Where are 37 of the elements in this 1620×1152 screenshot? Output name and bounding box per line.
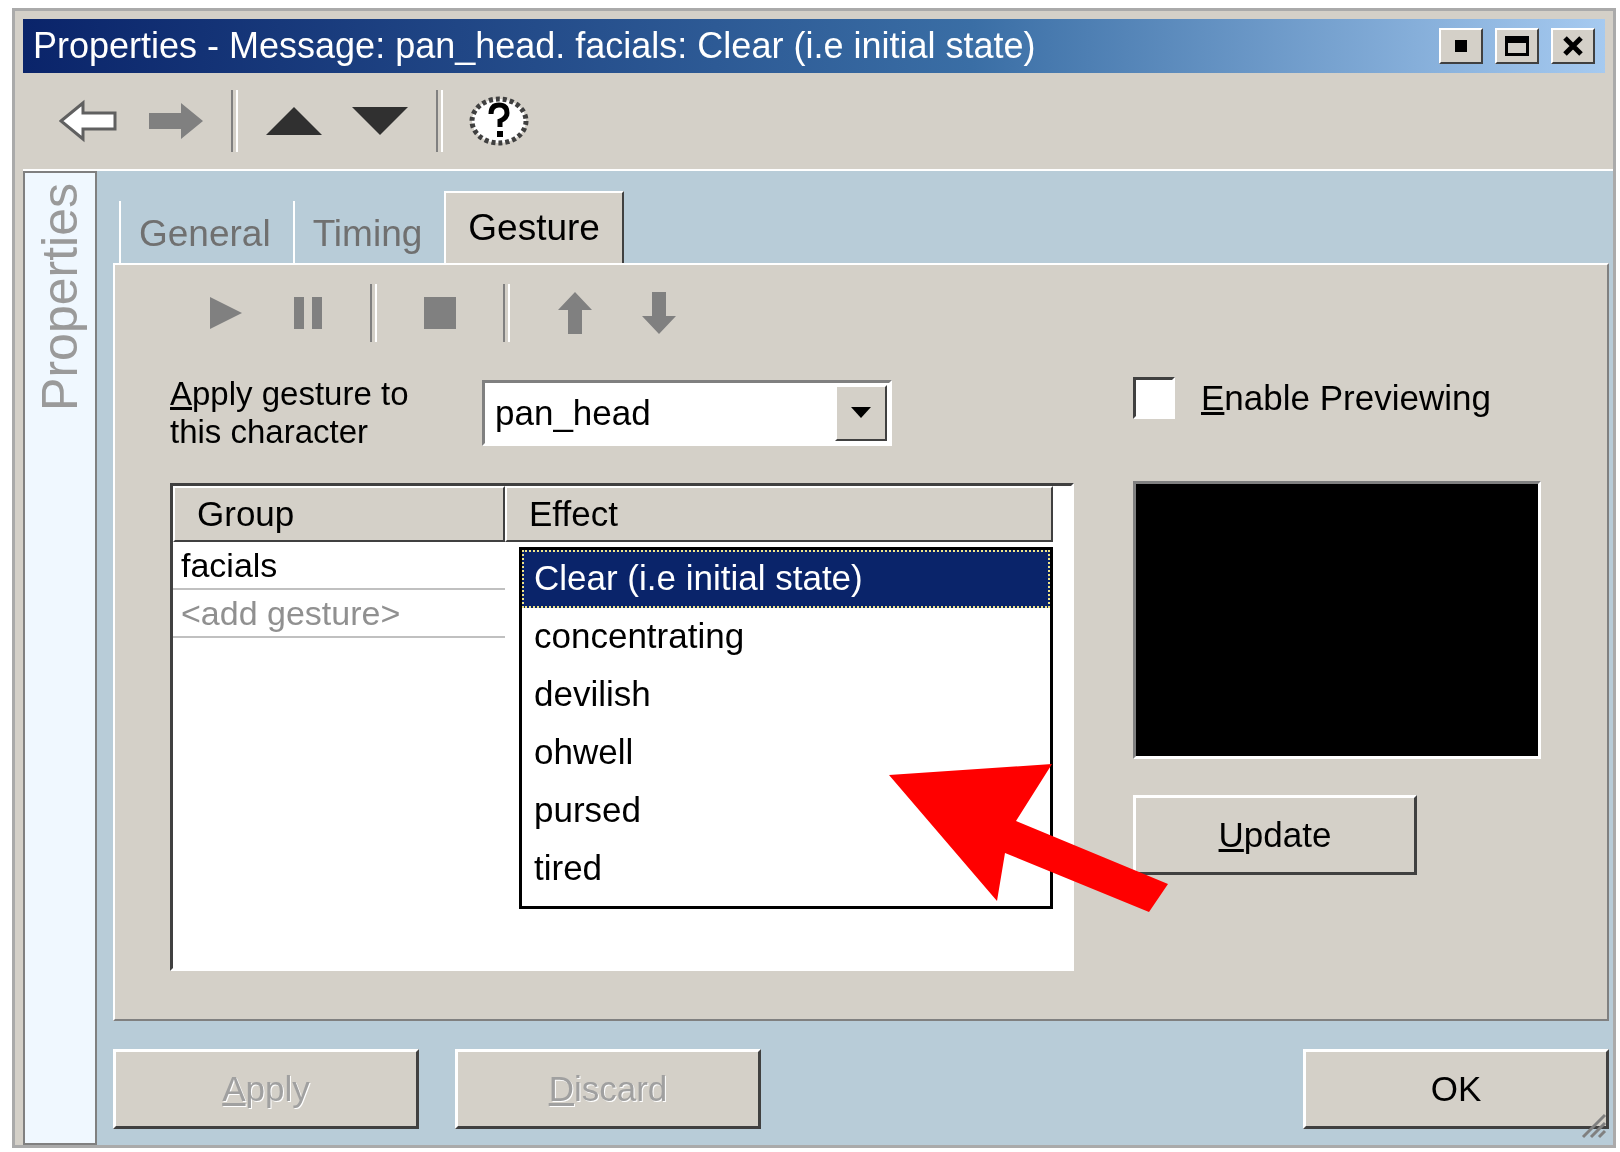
triangle-down-icon[interactable] xyxy=(350,105,410,137)
toolbar-separator xyxy=(370,284,377,342)
pause-icon[interactable] xyxy=(292,295,324,331)
update-button[interactable]: Update xyxy=(1133,795,1417,875)
help-icon[interactable] xyxy=(469,96,529,146)
column-header[interactable]: Effect xyxy=(505,485,1053,542)
close-icon xyxy=(1562,36,1584,56)
character-dropdown[interactable]: pan_head xyxy=(482,379,892,446)
table-cell[interactable]: facials xyxy=(173,541,505,590)
toolbar-separator xyxy=(503,284,510,342)
dropdown-option[interactable]: concentrating xyxy=(522,608,755,666)
toolbar-separator xyxy=(436,90,443,152)
close-button[interactable] xyxy=(1551,28,1595,64)
minimize-button[interactable] xyxy=(1439,28,1483,64)
window-title: Properties - Message: pan_head. facials: Clear (i.e initial state) xyxy=(33,25,1037,67)
dropdown-option[interactable]: devilish xyxy=(522,666,661,724)
dropdown-option[interactable]: tired xyxy=(522,840,613,898)
checkbox[interactable] xyxy=(1133,377,1175,419)
arrow-down-icon[interactable] xyxy=(640,290,678,336)
field-label: Apply gesture to this character xyxy=(170,375,410,451)
checkbox-label: Enable Previewing xyxy=(1201,378,1491,418)
triangle-up-icon[interactable] xyxy=(264,105,324,137)
toolbar-separator xyxy=(231,90,238,152)
sidebar-title: Properties xyxy=(31,183,89,411)
dropdown-option[interactable]: ohwell xyxy=(522,724,644,782)
caret-icon xyxy=(851,406,871,419)
column-header[interactable]: Group xyxy=(173,485,505,542)
dropdown-option[interactable]: pursed xyxy=(522,782,652,840)
arrow-up-icon[interactable] xyxy=(556,290,594,336)
back-arrow-icon[interactable] xyxy=(59,99,119,143)
stop-icon[interactable] xyxy=(423,296,457,330)
dropdown-option[interactable]: Clear (i.e initial state) xyxy=(522,550,1050,608)
tab[interactable]: Gesture xyxy=(444,191,624,265)
dialog-button[interactable]: OK xyxy=(1303,1049,1609,1129)
maximize-icon xyxy=(1505,36,1529,56)
maximize-button[interactable] xyxy=(1495,28,1539,64)
square-icon xyxy=(1455,40,1467,52)
